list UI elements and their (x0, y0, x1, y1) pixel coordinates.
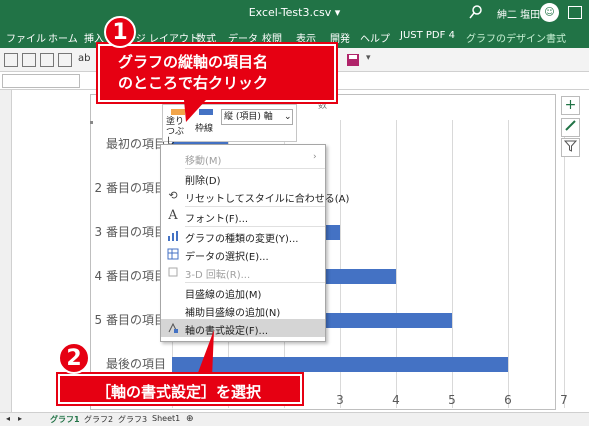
gridline (508, 120, 509, 408)
chart-element-select[interactable]: 縦 (項目) 軸 ⌄ (221, 109, 293, 125)
ribbon-display-icon[interactable] (568, 6, 582, 19)
tab-file[interactable]: ファイル (6, 30, 46, 45)
x-tick-label: 7 (560, 393, 568, 407)
row-header (0, 90, 12, 412)
step-2-badge: 2 (58, 342, 90, 374)
menu-item-3d-rotation[interactable]: 3-D 回転(R)... (161, 263, 325, 281)
tab-formulas[interactable]: 数式 (196, 30, 216, 45)
grid-icon[interactable] (22, 53, 36, 67)
menu-item-delete[interactable]: 削除(D) (161, 169, 325, 187)
menu-item-add-minor-gridlines[interactable]: 補助目盛線の追加(N) (161, 301, 325, 319)
menu-item-select-data[interactable]: データの選択(E)... (161, 245, 325, 263)
strikethrough-button[interactable]: ab (78, 53, 92, 67)
title-bar: Excel-Test3.csv ▾ 紳二 塩田 ☺ (0, 0, 589, 26)
tab-format[interactable]: 書式 (546, 30, 566, 45)
y-axis-label[interactable]: 3 番目の項目 (92, 223, 166, 240)
customize-dropdown-icon[interactable]: ▾ (366, 53, 371, 63)
callout-1-pointer (184, 100, 206, 122)
tab-chart-design[interactable]: グラフのデザイン (466, 30, 546, 45)
callout-step-1: グラフの縦軸の項目名 のところで右クリック (98, 44, 336, 102)
outline-button-label[interactable]: 枠線 (195, 121, 213, 134)
callout-step-1-text: グラフの縦軸の項目名 のところで右クリック (118, 53, 269, 92)
callout-2-pointer (196, 330, 214, 378)
x-tick-label: 4 (392, 393, 400, 407)
x-tick-label: 6 (504, 393, 512, 407)
callout-step-2: ［軸の書式設定］を選択 (58, 374, 302, 404)
search-icon[interactable] (468, 4, 484, 20)
x-tick-label: 3 (336, 393, 344, 407)
add-sheet-icon[interactable]: ⊕ (186, 414, 194, 424)
chevron-down-icon: ⌄ (284, 112, 292, 122)
sheet-tab-chart3[interactable]: グラフ3 (118, 414, 147, 425)
save-icon[interactable] (346, 53, 360, 67)
chart-styles-brush-icon[interactable] (561, 118, 580, 137)
y-axis-label[interactable]: 5 番目の項目 (92, 311, 166, 328)
menu-item-format-axis[interactable]: 軸の書式設定(F)... (161, 319, 325, 337)
tab-developer[interactable]: 開発 (330, 30, 350, 45)
tab-scroll-left-icon[interactable]: ◂ (6, 414, 10, 423)
align-icon[interactable] (40, 53, 54, 67)
y-axis-label[interactable]: 4 番目の項目 (92, 267, 166, 284)
tab-just-pdf[interactable]: JUST PDF 4 (400, 30, 455, 41)
chevron-right-icon: › (313, 152, 317, 162)
menu-item-move[interactable]: 移動(M) › (161, 149, 325, 167)
context-menu: 移動(M) › 削除(D) ⟲ リセットしてスタイルに合わせる(A) A フォン… (160, 144, 349, 342)
chart-element-select-value: 縦 (項目) 軸 (224, 112, 273, 122)
tab-insert[interactable]: 挿入 (84, 30, 104, 45)
menu-item-change-chart-type[interactable]: グラフの種類の変更(Y)... (161, 227, 325, 245)
tab-data[interactable]: データ (228, 30, 258, 45)
bar[interactable] (172, 357, 508, 372)
axis-selection-handle[interactable] (90, 121, 93, 124)
chart-filter-icon[interactable] (561, 138, 580, 157)
y-axis-label[interactable]: 最初の項目 (92, 135, 166, 152)
sheet-tab-chart1[interactable]: グラフ1 (50, 414, 80, 425)
callout-step-2-text: ［軸の書式設定］を選択 (96, 383, 262, 401)
sheet-tab-chart2[interactable]: グラフ2 (84, 414, 113, 425)
name-box[interactable] (2, 74, 80, 88)
3d-rotation-icon (168, 267, 178, 277)
font-icon: A (168, 208, 178, 223)
tab-view[interactable]: 表示 (296, 30, 316, 45)
menu-item-reset-style[interactable]: ⟲ リセットしてスタイルに合わせる(A) (161, 187, 349, 206)
menu-item-font[interactable]: A フォント(F)... (161, 207, 325, 225)
sheet-tabs-bar: ◂ ▸ グラフ1 グラフ2 グラフ3 Sheet1 ⊕ (0, 412, 589, 426)
select-data-icon (167, 248, 179, 260)
y-axis-label[interactable]: 2 番目の項目 (92, 179, 166, 196)
step-1-badge: 1 (104, 16, 136, 48)
reset-style-icon: ⟲ (168, 189, 178, 202)
gridline (564, 120, 565, 408)
menu-item-add-major-gridlines[interactable]: 目盛線の追加(M) (161, 283, 325, 301)
tab-review[interactable]: 校閲 (262, 30, 282, 45)
chart-type-icon (168, 231, 178, 241)
format-axis-icon (168, 322, 178, 333)
avatar[interactable]: ☺ (540, 3, 559, 22)
x-tick-label: 5 (448, 393, 456, 407)
tab-help[interactable]: ヘルプ (360, 30, 390, 45)
tab-scroll-right-icon[interactable]: ▸ (18, 414, 22, 423)
wrap-icon[interactable] (58, 53, 72, 67)
border-icon[interactable] (4, 53, 18, 67)
tab-home[interactable]: ホーム (48, 30, 78, 45)
y-axis-label[interactable]: 最後の項目 (92, 355, 166, 372)
sheet-tab-sheet1[interactable]: Sheet1 (152, 414, 180, 423)
chart-elements-plus-icon[interactable]: + (561, 96, 580, 115)
user-name[interactable]: 紳二 塩田 (497, 6, 540, 21)
